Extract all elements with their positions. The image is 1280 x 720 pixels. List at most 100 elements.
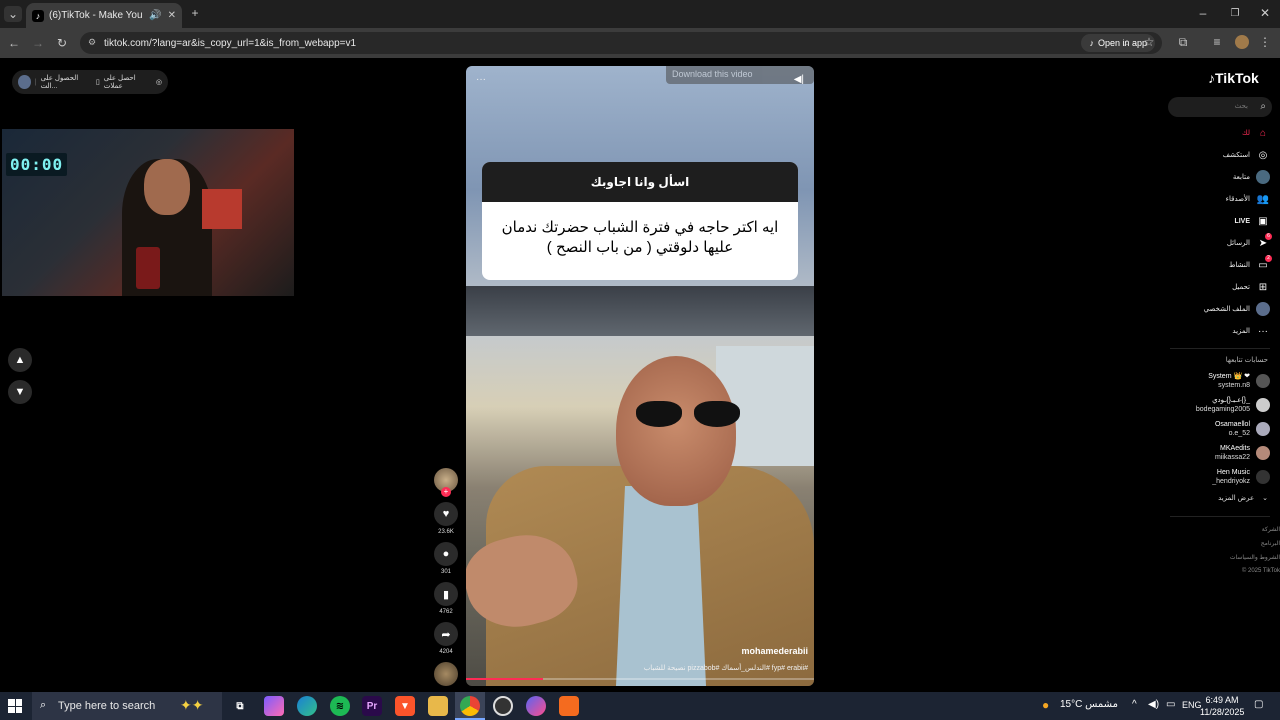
- nav-following[interactable]: متابعة: [1170, 168, 1270, 186]
- volume-icon[interactable]: ◀|: [794, 74, 804, 85]
- notifications-icon[interactable]: ▢: [1254, 699, 1263, 710]
- windows-start-icon[interactable]: [8, 699, 22, 713]
- brave-icon[interactable]: ▼: [395, 696, 415, 716]
- tray-chevron-icon[interactable]: ^: [1132, 699, 1137, 710]
- see-more-button[interactable]: عرض المزيد ⌄: [1170, 494, 1268, 502]
- followed-account[interactable]: عـبـ{}ـودي{}_ bodegaming2005: [1150, 394, 1270, 416]
- overlay-item-2[interactable]: الحصول على الت...: [41, 74, 92, 90]
- nav-messages[interactable]: الرسائل ➤ 6: [1170, 233, 1272, 252]
- follow-plus-icon[interactable]: +: [441, 487, 451, 497]
- bookmark-star-icon[interactable]: ☆: [1142, 35, 1156, 49]
- footer-link[interactable]: الشركة: [1180, 526, 1280, 533]
- browser-menu-icon[interactable]: ⋮: [1258, 35, 1272, 49]
- volume-tray-icon[interactable]: ◀): [1148, 699, 1159, 710]
- account-handle: bodegaming2005: [1195, 406, 1250, 413]
- weather-icon: ●: [1042, 698, 1050, 712]
- coins-overlay[interactable]: | الحصول على الت... ▯ احصل على عملات ◎: [12, 70, 168, 94]
- speaker-icon[interactable]: 🔊: [149, 10, 161, 21]
- nav-live[interactable]: LIVE ▣: [1170, 212, 1270, 230]
- file-explorer-icon[interactable]: [428, 696, 448, 716]
- nav-label: متابعة: [1232, 174, 1250, 181]
- tiktok-logo[interactable]: ♪TikTok: [1208, 70, 1259, 86]
- extensions-icon[interactable]: ⧉: [1176, 35, 1190, 49]
- comment-count: 301: [440, 569, 451, 575]
- share-icon[interactable]: ➦: [434, 622, 458, 646]
- friends-icon: 👥: [1256, 193, 1270, 205]
- nav-explore[interactable]: استكشف ◎: [1170, 146, 1270, 164]
- more-icon: ···: [1258, 325, 1268, 337]
- search-icon[interactable]: ⌕: [1260, 97, 1266, 117]
- music-disc-icon[interactable]: [434, 662, 458, 686]
- see-more-label: عرض المزيد: [1218, 495, 1255, 502]
- zoom-icon[interactable]: ⌕: [1120, 35, 1134, 49]
- comment-icon[interactable]: ●: [434, 542, 458, 566]
- following-accounts-title: حسابات تتابعها: [1225, 357, 1268, 364]
- system-clock[interactable]: 6:49 AM 11/28/2025: [1200, 694, 1244, 718]
- task-view-icon[interactable]: ⧉: [230, 696, 250, 716]
- restore-icon[interactable]: ❐: [1228, 6, 1242, 20]
- phone-icon: ▯: [95, 79, 100, 86]
- tab-search-icon[interactable]: ⌄: [4, 6, 22, 22]
- nav-profile[interactable]: الملف الشخصي: [1170, 300, 1270, 318]
- video-more-icon[interactable]: ···: [476, 74, 486, 85]
- media-control-icon[interactable]: ≡: [1210, 35, 1224, 49]
- copilot-icon[interactable]: [264, 696, 284, 716]
- nav-activity[interactable]: النشاط ▭ 2: [1170, 255, 1272, 274]
- spotify-icon[interactable]: ≋: [330, 696, 350, 716]
- video-player[interactable]: Download this video ··· ◀| اسأل وانا اجا…: [466, 66, 814, 686]
- question-sticker: اسأل وانا اجاوبك ايه اكتر حاجه في فترة ا…: [482, 162, 798, 280]
- chrome-icon[interactable]: [460, 696, 480, 716]
- obs-icon[interactable]: [493, 696, 513, 716]
- nav-label: النشاط: [1228, 262, 1250, 269]
- reload-icon[interactable]: ↻: [54, 35, 70, 51]
- followed-account[interactable]: Hen Music _hendriyokz: [1150, 466, 1270, 488]
- video-author[interactable]: mohamederabii: [741, 646, 808, 656]
- next-video-button[interactable]: ▼: [8, 380, 32, 404]
- address-bar[interactable]: ⚙ tiktok.com/?lang=ar&is_copy_url=1&is_f…: [80, 32, 1162, 54]
- profile-icon: [1256, 302, 1270, 316]
- nav-upload[interactable]: تحميل ⊞: [1170, 278, 1270, 296]
- overlay-divider: |: [34, 78, 37, 86]
- question-text: ايه اكتر حاجه في فترة الشباب حضرتك ندمان…: [501, 219, 779, 256]
- nav-label: استكشف: [1222, 152, 1250, 159]
- browser-tab[interactable]: ♪ (6)TikTok - Make Your Day 🔊 ✕: [26, 3, 182, 28]
- followed-account[interactable]: Osamaellol o.e_52: [1150, 418, 1270, 440]
- like-heart-icon[interactable]: ♥: [434, 502, 458, 526]
- download-video-button[interactable]: Download this video: [666, 66, 814, 84]
- back-icon[interactable]: ←: [6, 35, 22, 51]
- site-info-icon[interactable]: ⚙: [88, 37, 98, 49]
- taskbar-search-input[interactable]: ⌕ Type here to search ✦✦: [32, 692, 222, 720]
- home-icon: ⌂: [1259, 127, 1267, 139]
- creator-avatar[interactable]: +: [434, 468, 458, 497]
- network-icon[interactable]: ▭: [1166, 699, 1175, 710]
- bookmark-icon[interactable]: ▮: [434, 582, 458, 606]
- minimize-icon[interactable]: –: [1196, 6, 1210, 20]
- footer-link[interactable]: الشروط والسياسات: [1180, 554, 1280, 561]
- profile-avatar[interactable]: [1235, 35, 1249, 49]
- activity-badge: 2: [1265, 255, 1272, 262]
- premiere-icon[interactable]: Pr: [362, 696, 382, 716]
- nav-friends[interactable]: الأصدقاء 👥: [1170, 190, 1270, 208]
- footer-link[interactable]: البرنامج: [1180, 540, 1280, 547]
- nav-for-you[interactable]: لك ⌂: [1170, 124, 1270, 142]
- nav-more[interactable]: المزيد ···: [1170, 322, 1270, 340]
- video-progress-bar[interactable]: [466, 678, 814, 680]
- webcam-overlay: 00:00: [2, 129, 294, 296]
- sunglasses: [636, 401, 748, 429]
- weather-text[interactable]: 15°C مشمس: [1060, 699, 1118, 710]
- edge-icon[interactable]: [297, 696, 317, 716]
- overlay-item-1[interactable]: احصل على عملات: [104, 74, 152, 90]
- account-handle: o.e_52: [1228, 430, 1250, 437]
- close-tab-icon[interactable]: ✕: [168, 10, 176, 21]
- previous-video-button[interactable]: ▲: [8, 348, 32, 372]
- close-window-icon[interactable]: ✕: [1258, 6, 1272, 20]
- followed-account[interactable]: System 👑 ❤ system.n8: [1150, 370, 1270, 392]
- forward-icon[interactable]: →: [30, 35, 46, 51]
- discord-icon[interactable]: [526, 696, 546, 716]
- followed-account[interactable]: MKAedits miikassa22: [1150, 442, 1270, 464]
- language-indicator[interactable]: ENG: [1182, 700, 1202, 710]
- new-tab-icon[interactable]: +: [188, 6, 202, 20]
- capcut-icon[interactable]: [559, 696, 579, 716]
- account-handle: miikassa22: [1214, 454, 1250, 461]
- search-input[interactable]: بحث ⌕: [1168, 97, 1272, 117]
